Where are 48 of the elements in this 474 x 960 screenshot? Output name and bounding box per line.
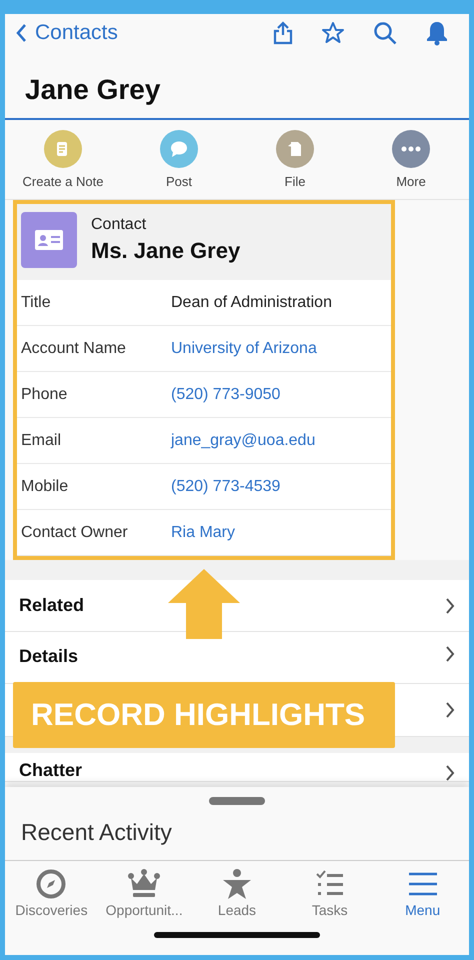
search-icon[interactable] — [373, 21, 397, 45]
record-type: Contact — [91, 216, 148, 234]
field-label: Account Name — [21, 340, 127, 358]
person-icon — [222, 869, 252, 899]
action-button[interactable]: More — [353, 130, 469, 189]
action-button[interactable]: Post — [121, 130, 237, 189]
compass-icon — [36, 869, 66, 899]
chevron-right-icon — [445, 598, 455, 614]
field-link[interactable]: Ria Mary — [171, 524, 391, 542]
crown-icon — [128, 869, 160, 899]
speech-bubble-icon — [169, 140, 189, 158]
chevron-right-icon — [445, 765, 455, 781]
section-row[interactable]: Related — [5, 580, 469, 632]
tab-bar-item[interactable]: Opportunit... — [98, 869, 191, 918]
section-row[interactable]: Chatter — [5, 753, 469, 782]
field-label: Email — [21, 432, 62, 450]
action-button[interactable]: Create a Note — [5, 130, 121, 189]
field-label: Phone — [21, 386, 68, 404]
tab-bar-item[interactable]: Tasks — [283, 869, 376, 918]
up-arrow-icon — [168, 569, 240, 639]
field-link[interactable]: (520) 773-9050 — [171, 386, 391, 404]
tab-bar-item[interactable]: Menu — [376, 869, 469, 918]
field-link[interactable]: jane_gray@uoa.edu — [171, 432, 391, 450]
chevron-right-icon — [445, 646, 455, 662]
field-label: Mobile — [21, 478, 70, 496]
tab-bar-item[interactable]: Leads — [190, 869, 284, 918]
back-link[interactable]: Contacts — [15, 21, 118, 45]
contact-card-icon — [21, 212, 77, 268]
annotation-tooltip: RECORD HIGHLIGHTS — [13, 682, 395, 748]
more-icon — [401, 146, 421, 152]
star-icon[interactable] — [321, 21, 345, 45]
file-icon — [286, 140, 304, 158]
chevron-right-icon — [445, 702, 455, 718]
back-chevron-icon — [15, 23, 27, 43]
field-link[interactable]: (520) 773-4539 — [171, 478, 391, 496]
field-link[interactable]: University of Arizona — [171, 340, 391, 358]
sheet-handle[interactable] — [209, 797, 265, 805]
field-label: Contact Owner — [21, 524, 129, 542]
record-name: Ms. Jane Grey — [91, 238, 240, 264]
bell-icon[interactable] — [425, 20, 449, 46]
page-title: Jane Grey — [5, 52, 469, 120]
sheet-title: Recent Activity — [5, 805, 469, 861]
action-button[interactable]: File — [237, 130, 353, 189]
share-icon[interactable] — [273, 21, 293, 45]
field-label: Title — [21, 294, 52, 312]
section-row[interactable]: Details — [5, 632, 469, 684]
field-value: Dean of Administration — [171, 294, 333, 312]
tab-bar-item[interactable]: Discoveries — [5, 869, 98, 918]
